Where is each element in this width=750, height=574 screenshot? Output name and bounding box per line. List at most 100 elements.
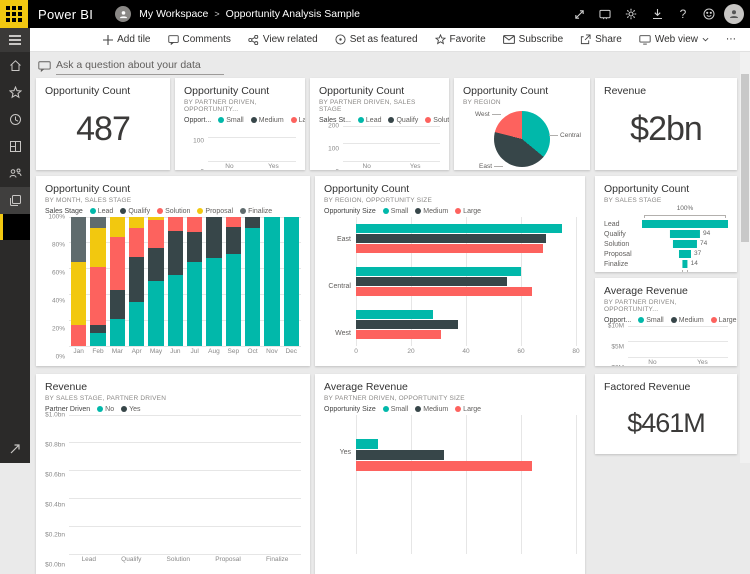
legend-item[interactable]: No: [97, 406, 114, 413]
segment-lead[interactable]: [187, 262, 202, 346]
add-tile-button[interactable]: Add tile: [103, 34, 150, 45]
tile-count-by-month-stage[interactable]: Opportunity Count BY MONTH, SALES STAGE …: [36, 176, 310, 366]
bar-small[interactable]: [356, 310, 433, 319]
segment-proposal[interactable]: [90, 228, 105, 267]
notifications-icon[interactable]: [592, 0, 618, 28]
segment-lead[interactable]: [245, 228, 260, 345]
bar-medium[interactable]: [356, 234, 546, 243]
segment-qualify[interactable]: [245, 217, 260, 229]
legend-item[interactable]: Qualify: [120, 208, 150, 215]
segment-lead[interactable]: [110, 319, 125, 346]
legend-item[interactable]: Finalize: [240, 208, 272, 215]
legend-item[interactable]: Solution: [157, 208, 190, 215]
nav-home-icon[interactable]: [0, 52, 30, 79]
segment-solution[interactable]: [168, 217, 183, 231]
bar-large[interactable]: [356, 287, 532, 296]
segment-qualify[interactable]: [129, 257, 144, 302]
breadcrumb-workspace[interactable]: My Workspace: [139, 8, 208, 20]
legend-item[interactable]: Large: [711, 317, 737, 324]
legend-item[interactable]: Small: [383, 208, 409, 215]
web-view-dropdown[interactable]: Web view: [639, 34, 709, 45]
tile-count-by-sales-stage-funnel[interactable]: Opportunity Count BY SALES STAGE 100%Lea…: [595, 176, 737, 272]
legend-item[interactable]: Large: [455, 406, 481, 413]
view-related-button[interactable]: View related: [248, 34, 318, 45]
segment-proposal[interactable]: [129, 217, 144, 229]
legend-item[interactable]: Small: [383, 406, 409, 413]
tile-opportunity-count-card[interactable]: Opportunity Count 487: [36, 78, 170, 170]
legend-item[interactable]: Medium: [415, 208, 448, 215]
segment-proposal[interactable]: [110, 217, 125, 238]
stacked-column[interactable]: [110, 217, 125, 346]
segment-lead[interactable]: [90, 333, 105, 346]
legend-item[interactable]: Small: [218, 117, 244, 124]
funnel-bar[interactable]: [673, 240, 697, 248]
legend-item[interactable]: Yes: [121, 406, 140, 413]
nav-selected-dashboard-item[interactable]: [0, 214, 30, 240]
tile-count-by-region-pie[interactable]: Opportunity Count BY REGION West Central…: [454, 78, 590, 170]
segment-qualify[interactable]: [168, 231, 183, 275]
segment-lead[interactable]: [148, 281, 163, 346]
bar-large[interactable]: [356, 244, 543, 253]
segment-lead[interactable]: [264, 217, 279, 346]
qna-input[interactable]: [56, 57, 224, 75]
tile-revenue-by-stage-partner[interactable]: Revenue BY SALES STAGE, PARTNER DRIVEN P…: [36, 374, 310, 574]
bar-medium[interactable]: [356, 450, 444, 460]
tile-count-by-partner-size[interactable]: Opportunity Count BY PARTNER DRIVEN, OPP…: [175, 78, 305, 170]
nav-open-in-new-icon[interactable]: [0, 435, 30, 463]
tile-factored-revenue-card[interactable]: Factored Revenue $461M: [595, 374, 737, 454]
segment-solution[interactable]: [148, 220, 163, 247]
pie-slices[interactable]: [494, 111, 550, 167]
stacked-column[interactable]: [206, 217, 221, 346]
scrollbar-thumb[interactable]: [741, 74, 749, 242]
legend-item[interactable]: Proposal: [197, 208, 233, 215]
tile-count-by-partner-stage[interactable]: Opportunity Count BY PARTNER DRIVEN, SAL…: [310, 78, 449, 170]
download-icon[interactable]: [644, 0, 670, 28]
help-icon[interactable]: ?: [670, 0, 696, 28]
segment-qualify[interactable]: [226, 227, 241, 254]
workspace-avatar[interactable]: [115, 6, 131, 22]
nav-favorites-icon[interactable]: [0, 79, 30, 106]
bar-small[interactable]: [356, 267, 521, 276]
legend-item[interactable]: Lead: [90, 208, 114, 215]
comments-button[interactable]: Comments: [168, 34, 231, 45]
legend-item[interactable]: Solution: [425, 117, 449, 124]
funnel-bar[interactable]: [642, 220, 728, 228]
more-options-button[interactable]: ⋯: [726, 34, 736, 45]
segment-qualify[interactable]: [206, 217, 221, 258]
stacked-column[interactable]: [148, 217, 163, 346]
stacked-column[interactable]: [264, 217, 279, 346]
funnel-bar[interactable]: [679, 250, 691, 258]
legend-item[interactable]: Lead: [358, 117, 382, 124]
settings-gear-icon[interactable]: [618, 0, 644, 28]
app-launcher-waffle-icon[interactable]: [0, 0, 28, 28]
nav-shared-with-me-icon[interactable]: [0, 160, 30, 187]
legend-item[interactable]: Medium: [415, 406, 448, 413]
legend-item[interactable]: Medium: [671, 317, 704, 324]
nav-menu-hamburger-icon[interactable]: [0, 28, 30, 52]
bar-large[interactable]: [356, 461, 532, 471]
segment-qualify[interactable]: [90, 325, 105, 333]
bar-medium[interactable]: [356, 320, 458, 329]
segment-lead[interactable]: [284, 217, 299, 346]
fullscreen-icon[interactable]: [566, 0, 592, 28]
nav-recent-icon[interactable]: [0, 106, 30, 133]
funnel-bar[interactable]: [670, 230, 700, 238]
legend-item[interactable]: Large: [455, 208, 481, 215]
stacked-column[interactable]: [187, 217, 202, 346]
tile-average-revenue-by-size[interactable]: Average Revenue BY PARTNER DRIVEN, OPPOR…: [315, 374, 585, 574]
nav-workspaces-icon[interactable]: [0, 187, 30, 214]
set-as-featured-button[interactable]: Set as featured: [335, 34, 418, 45]
segment-qualify[interactable]: [110, 290, 125, 318]
legend-item[interactable]: Qualify: [388, 117, 418, 124]
bar-large[interactable]: [356, 330, 441, 339]
stacked-column[interactable]: [71, 217, 86, 346]
legend-item[interactable]: Small: [638, 317, 664, 324]
bar-small[interactable]: [356, 224, 562, 233]
stacked-column[interactable]: [90, 217, 105, 346]
share-button[interactable]: Share: [580, 34, 622, 45]
bar-small[interactable]: [356, 439, 378, 449]
stacked-column[interactable]: [284, 217, 299, 346]
stacked-column[interactable]: [129, 217, 144, 346]
subscribe-button[interactable]: Subscribe: [503, 34, 563, 45]
segment-solution[interactable]: [71, 325, 86, 346]
